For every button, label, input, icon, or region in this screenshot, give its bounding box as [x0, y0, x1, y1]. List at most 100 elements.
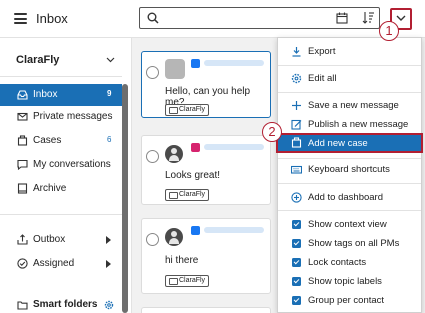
facebook-icon	[191, 226, 200, 235]
option-group-per-contact[interactable]: Group per contact	[278, 291, 421, 310]
facebook-icon	[191, 59, 200, 68]
checkbox-checked-icon[interactable]	[292, 239, 301, 248]
checkbox-checked-icon[interactable]	[292, 258, 301, 267]
select-checkbox[interactable]	[146, 150, 159, 163]
gear-icon[interactable]	[104, 300, 114, 310]
menu-item-label: Save a new message	[308, 100, 399, 111]
menu-item-publish-message[interactable]: Publish a new message	[278, 115, 421, 134]
instagram-icon	[191, 143, 200, 152]
actions-menu: Export Edit all Save a new message Publi…	[276, 37, 423, 313]
sidebar-item-assigned[interactable]: Assigned	[0, 253, 122, 275]
sidebar-item-label: Assigned	[33, 258, 75, 269]
org-name: ClaraFly	[16, 54, 60, 66]
briefcase-icon	[291, 137, 302, 148]
menu-item-save-message[interactable]: Save a new message	[278, 96, 421, 115]
contact-name-redacted	[204, 60, 264, 66]
briefcase-icon	[17, 135, 28, 146]
sidebar-item-outbox[interactable]: Outbox	[0, 229, 122, 251]
sidebar-item-archive[interactable]: Archive	[0, 178, 122, 200]
menu-item-add-dashboard[interactable]: Add to dashboard	[278, 188, 421, 207]
menu-item-label: Edit all	[308, 73, 337, 84]
menu-item-label: Publish a new message	[308, 119, 409, 130]
chat-icon	[17, 159, 28, 170]
sidebar-item-label: Private messages	[33, 111, 113, 122]
menu-item-label: Add to dashboard	[308, 192, 384, 203]
sidebar-item-cases[interactable]: Cases 6	[0, 130, 122, 152]
message-text: hi there	[165, 255, 199, 266]
sidebar-item-label: Inbox	[33, 89, 58, 100]
select-checkbox[interactable]	[146, 66, 159, 79]
message-text: Looks great!	[165, 170, 221, 181]
divider	[278, 158, 421, 159]
search-input[interactable]	[139, 7, 380, 29]
menu-item-keyboard-shortcuts[interactable]: Keyboard shortcuts	[278, 160, 421, 179]
chevron-down-icon[interactable]	[106, 57, 115, 63]
count-badge: 6	[107, 135, 112, 144]
archive-icon	[17, 183, 28, 194]
message-card[interactable]: Hello, can you help me? ClaraFly	[141, 51, 271, 118]
menu-item-label: Keyboard shortcuts	[308, 164, 390, 175]
option-label: Lock contacts	[308, 257, 367, 268]
step-callout: 2	[262, 122, 282, 142]
folder-icon	[17, 301, 28, 310]
check-circle-icon	[17, 258, 28, 269]
brand-tag: ClaraFly	[165, 275, 210, 287]
download-icon	[292, 47, 301, 57]
contact-name-redacted	[204, 144, 264, 150]
option-show-context-view[interactable]: Show context view	[278, 215, 421, 234]
menu-item-edit-all[interactable]: Edit all	[278, 69, 421, 88]
option-label: Group per contact	[308, 295, 385, 306]
checkbox-checked-icon[interactable]	[292, 296, 301, 305]
option-show-topic-labels[interactable]: Show topic labels	[278, 272, 421, 291]
sort-icon[interactable]	[362, 11, 375, 24]
option-label: Show topic labels	[308, 276, 382, 287]
select-checkbox[interactable]	[146, 233, 159, 246]
menu-item-add-case[interactable]: Add new case	[276, 133, 423, 153]
contact-name-redacted	[204, 227, 264, 233]
divider	[0, 214, 122, 215]
top-bar: Inbox	[0, 0, 425, 38]
caret-right-icon[interactable]	[106, 236, 111, 244]
page-title: Inbox	[36, 11, 68, 26]
calendar-icon[interactable]	[336, 12, 348, 24]
checkbox-checked-icon[interactable]	[292, 220, 301, 229]
gear-icon	[291, 73, 302, 84]
option-label: Show tags on all PMs	[308, 238, 400, 249]
step-callout: 1	[379, 21, 399, 41]
chevron-down-icon	[396, 15, 406, 21]
sidebar-item-label: Cases	[33, 135, 62, 146]
menu-item-label: Add new case	[308, 138, 368, 149]
option-show-tags[interactable]: Show tags on all PMs	[278, 234, 421, 253]
sidebar-item-label: Archive	[33, 183, 67, 194]
avatar	[165, 59, 185, 79]
edit-icon	[291, 119, 302, 130]
sidebar-item-inbox[interactable]: Inbox 9	[0, 84, 122, 106]
mail-icon	[17, 112, 28, 121]
hamburger-icon[interactable]	[14, 13, 27, 24]
brand-tag: ClaraFly	[165, 189, 210, 201]
sidebar-item-label: My conversations	[33, 159, 111, 170]
message-card[interactable]: Looks great! ClaraFly	[141, 135, 271, 205]
sidebar-item-private-messages[interactable]: Private messages	[0, 106, 122, 128]
sidebar-item-label: Outbox	[33, 234, 66, 245]
sidebar: ClaraFly Inbox 9 Private messages Cases …	[0, 38, 132, 313]
divider	[278, 183, 421, 184]
sidebar-scrollbar[interactable]	[122, 84, 128, 313]
search-icon	[147, 12, 159, 24]
divider	[278, 92, 421, 93]
keyboard-icon	[291, 165, 302, 174]
sidebar-item-my-conversations[interactable]: My conversations	[0, 154, 122, 176]
smart-folders-label: Smart folders	[33, 299, 98, 310]
caret-right-icon[interactable]	[106, 260, 111, 268]
option-lock-contacts[interactable]: Lock contacts	[278, 253, 421, 272]
divider	[278, 210, 421, 211]
count-badge: 9	[107, 89, 112, 98]
divider	[0, 76, 122, 77]
menu-item-export[interactable]: Export	[278, 42, 421, 61]
message-card[interactable]: hi there ClaraFly	[141, 218, 271, 294]
checkbox-checked-icon[interactable]	[292, 277, 301, 286]
message-card[interactable]	[141, 307, 271, 313]
avatar	[165, 228, 183, 246]
avatar	[165, 145, 183, 163]
inbox-icon	[17, 90, 28, 100]
